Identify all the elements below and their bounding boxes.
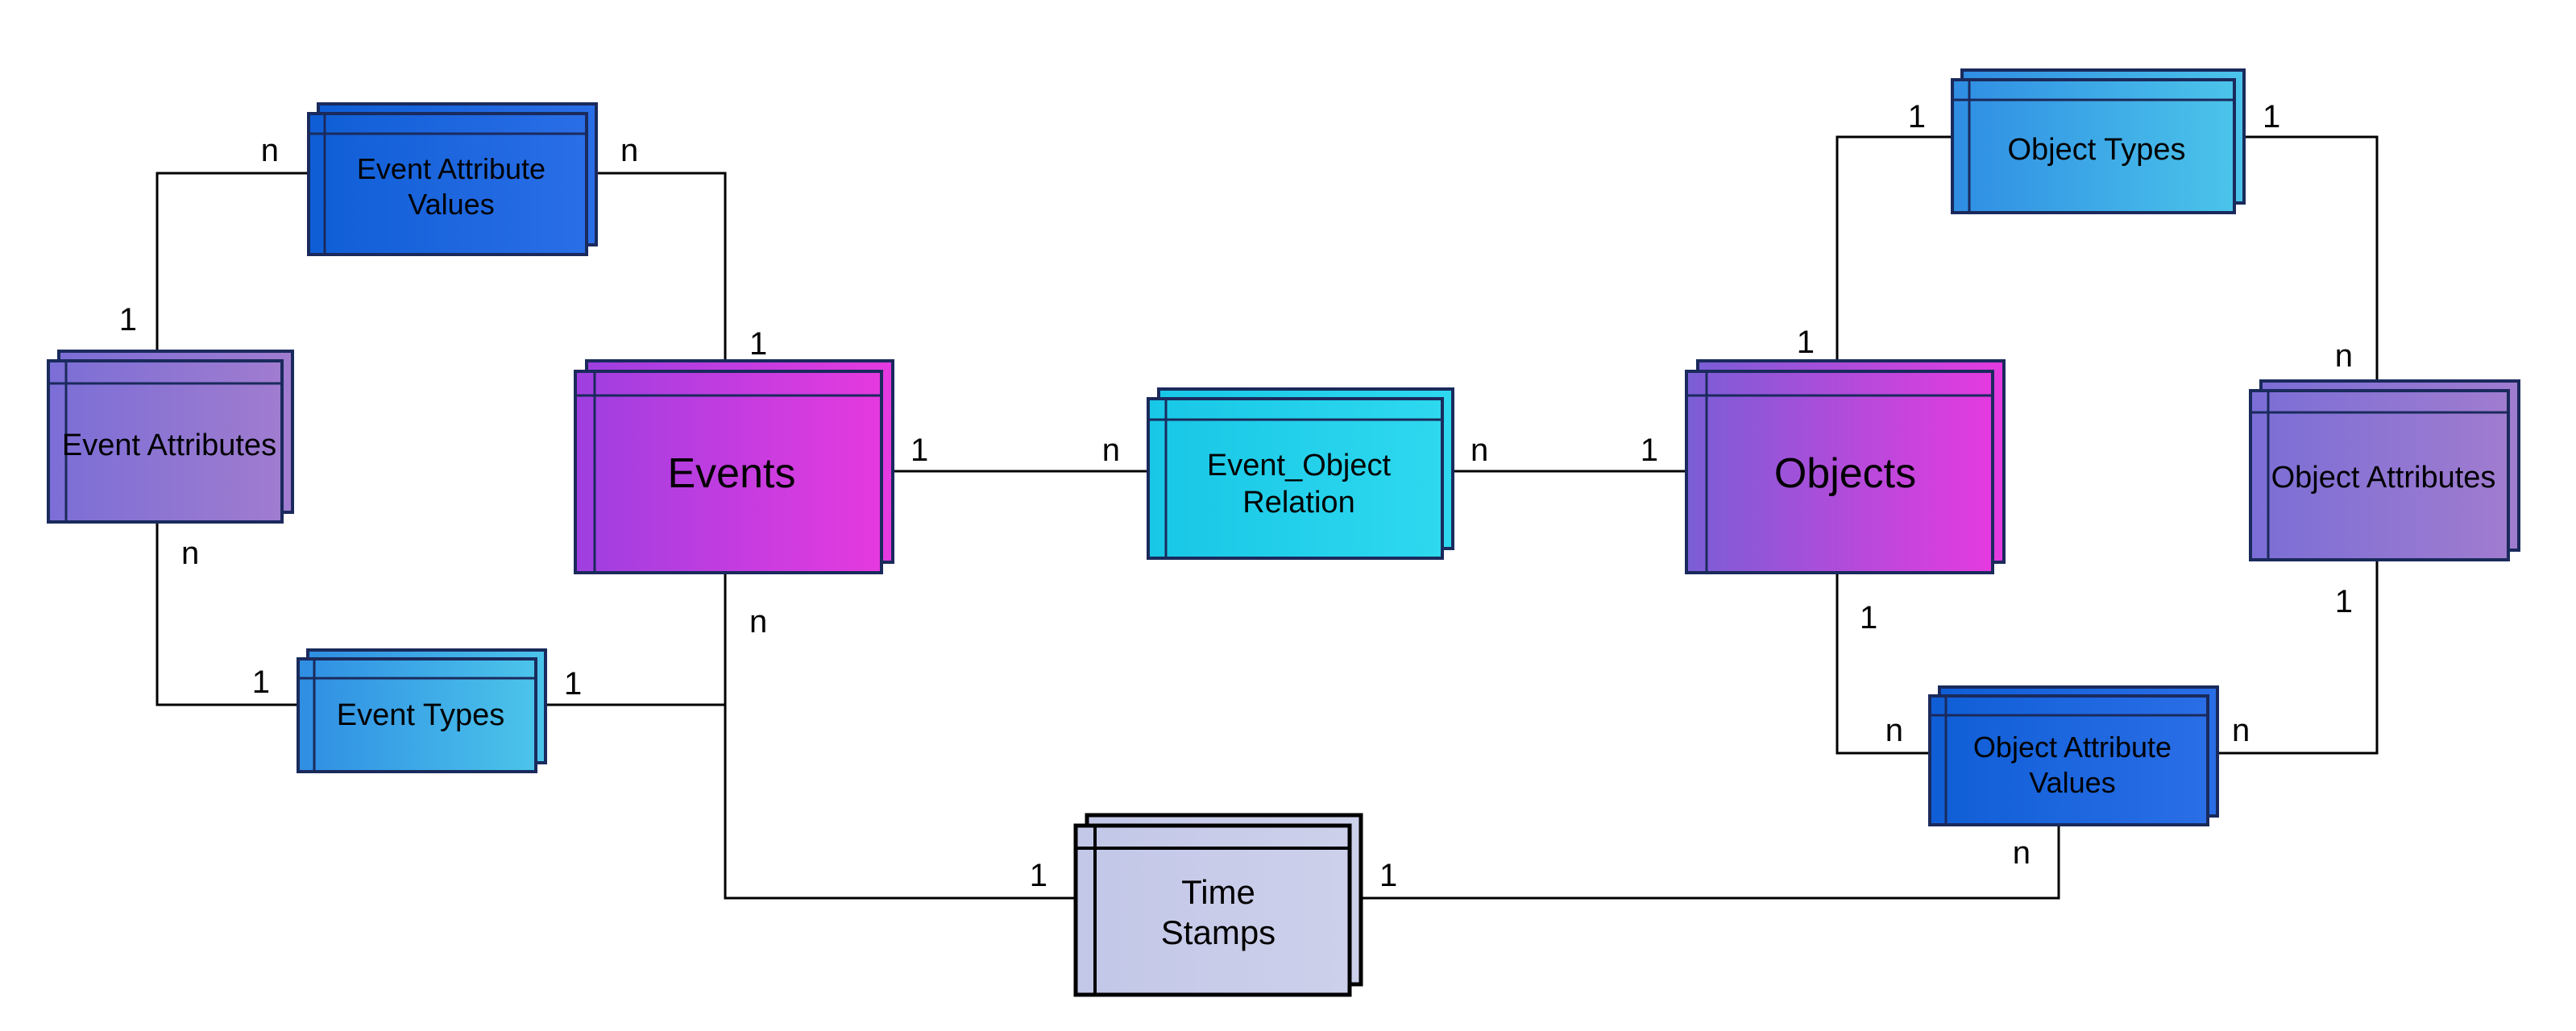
entity-ts-label-1: Time bbox=[1181, 873, 1255, 911]
er-diagram: 1 n n 1 n 1 1 n 1 n n 1 n 1 1 n 1 1 1 n … bbox=[0, 0, 2576, 1027]
card-eav-ev-eav: n bbox=[620, 133, 638, 168]
card-obj-oav-oav: n bbox=[1885, 713, 1903, 748]
entity-object-attributes-label: Object Attributes bbox=[2271, 461, 2496, 495]
card-ea-eav-eav: n bbox=[261, 133, 279, 168]
card-ts-oav-ts: 1 bbox=[1379, 858, 1397, 893]
entity-object-attribute-values: Object Attribute Values bbox=[1930, 687, 2217, 825]
entity-event-object-relation: Event_Object Relation bbox=[1148, 389, 1453, 558]
entity-objects-label: Objects bbox=[1774, 450, 1916, 497]
card-ea-eav-ea: 1 bbox=[119, 302, 137, 337]
card-ev-ts-ts: 1 bbox=[1030, 858, 1047, 893]
card-obj-oav-obj: 1 bbox=[1860, 600, 1877, 636]
edge-objects-oav bbox=[1837, 572, 1930, 753]
card-ev-eor-ev: 1 bbox=[911, 433, 928, 468]
edge-events-ts bbox=[725, 572, 1076, 898]
card-ot-oa-ot: 1 bbox=[2263, 99, 2280, 135]
card-ts-oav-oav: n bbox=[2013, 835, 2031, 871]
card-eor-obj-obj: 1 bbox=[1641, 433, 1658, 468]
entity-event-types: Event Types bbox=[298, 650, 545, 772]
entity-events: Events bbox=[575, 361, 893, 573]
entity-eor-label-1: Event_Object bbox=[1207, 449, 1392, 482]
card-eav-ev-ev: 1 bbox=[749, 326, 767, 362]
entity-ts-label-2: Stamps bbox=[1161, 913, 1276, 951]
entity-oav-label-1: Object Attribute bbox=[1973, 731, 2172, 764]
card-oav-oa-oav: n bbox=[2232, 713, 2250, 748]
card-obj-ot-ot: 1 bbox=[1908, 99, 1926, 135]
card-ea-et-et: 1 bbox=[252, 665, 270, 700]
entity-eav-label-2: Values bbox=[408, 188, 494, 221]
edge-eav-events bbox=[588, 173, 725, 371]
entity-oav-label-2: Values bbox=[2029, 766, 2115, 799]
entity-object-attributes: Object Attributes bbox=[2250, 381, 2519, 560]
card-ot-oa-oa: n bbox=[2335, 338, 2353, 374]
card-oav-oa-oa: 1 bbox=[2335, 584, 2353, 619]
entity-objects: Objects bbox=[1686, 361, 2004, 573]
card-et-ev-et: 1 bbox=[564, 666, 582, 702]
card-obj-ot-obj: 1 bbox=[1797, 325, 1815, 360]
card-ea-et-ea: n bbox=[181, 536, 199, 571]
entity-object-types-label: Object Types bbox=[2007, 133, 2185, 167]
card-ev-eor-eor: n bbox=[1102, 433, 1120, 468]
entity-eav-label-1: Event Attribute bbox=[357, 152, 545, 185]
entity-event-types-label: Event Types bbox=[337, 698, 504, 732]
edge-ea-et bbox=[157, 512, 298, 705]
entity-time-stamps: Time Stamps bbox=[1076, 815, 1361, 995]
entity-event-attribute-values: Event Attribute Values bbox=[309, 104, 596, 255]
edge-ot-oa bbox=[2234, 137, 2377, 383]
entity-object-types: Object Types bbox=[1952, 70, 2244, 213]
entity-event-attributes-label: Event Attributes bbox=[62, 429, 276, 462]
edge-objects-ot bbox=[1837, 137, 1952, 371]
entity-events-label: Events bbox=[668, 450, 796, 497]
entity-event-attributes: Event Attributes bbox=[48, 351, 292, 522]
entity-eor-label-2: Relation bbox=[1242, 486, 1354, 520]
edge-ea-eav bbox=[157, 173, 309, 351]
card-eor-obj-eor: n bbox=[1471, 433, 1488, 468]
